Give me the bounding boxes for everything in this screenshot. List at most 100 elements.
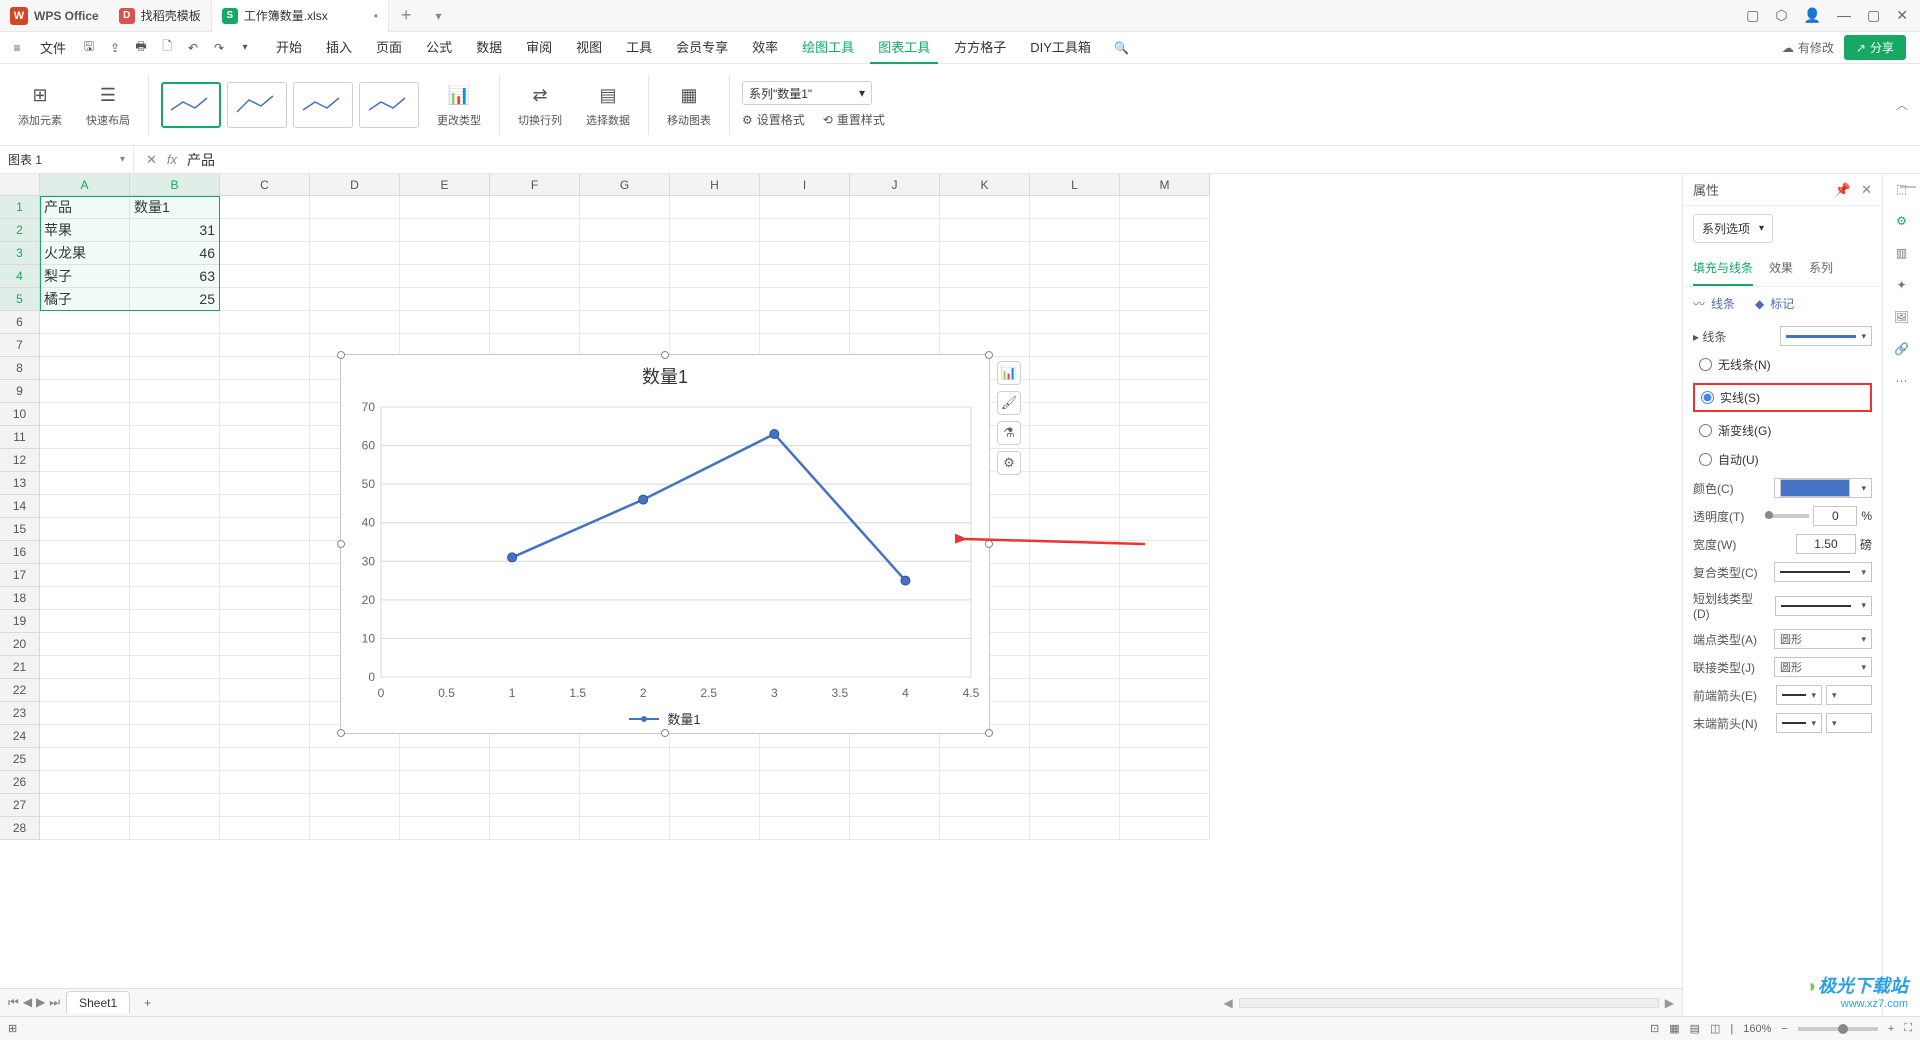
cell[interactable] [580,242,670,265]
row-header[interactable]: 20 [0,633,40,656]
column-header[interactable]: L [1030,174,1120,196]
cell[interactable] [490,288,580,311]
row-header[interactable]: 19 [0,610,40,633]
undo-icon[interactable]: ↶ [182,37,204,59]
ribbon-tab[interactable]: 审阅 [518,31,560,64]
view-custom-icon[interactable]: ◫ [1710,1022,1720,1035]
cell[interactable]: 63 [130,265,220,288]
row-header[interactable]: 16 [0,541,40,564]
cell[interactable] [220,771,310,794]
cell[interactable] [130,702,220,725]
ribbon-set-format[interactable]: ⚙设置格式 [742,111,805,128]
cell[interactable] [220,656,310,679]
view-page-icon[interactable]: ▤ [1690,1022,1700,1035]
cell[interactable] [310,242,400,265]
cell[interactable] [760,219,850,242]
row-header[interactable]: 15 [0,518,40,541]
cell[interactable] [1120,472,1210,495]
cell[interactable] [400,242,490,265]
cell[interactable] [1030,265,1120,288]
row-header[interactable]: 11 [0,426,40,449]
redo-icon[interactable]: ↷ [208,37,230,59]
cell[interactable] [220,380,310,403]
cell[interactable] [40,748,130,771]
ribbon-change-type[interactable]: 📊 更改类型 [431,82,487,128]
cell[interactable] [310,265,400,288]
ribbon-tab[interactable]: 插入 [318,31,360,64]
cell[interactable] [1030,426,1120,449]
row-header[interactable]: 6 [0,311,40,334]
side-layers-icon[interactable]: ▥ [1896,246,1907,260]
ribbon-move-chart[interactable]: ▦ 移动图表 [661,82,717,128]
cell[interactable] [40,334,130,357]
cell[interactable] [1120,288,1210,311]
row-header[interactable]: 23 [0,702,40,725]
cell[interactable] [580,311,670,334]
cell[interactable] [580,196,670,219]
cell[interactable] [130,311,220,334]
cell[interactable] [220,403,310,426]
panel-pin-icon[interactable]: 📌 [1835,182,1851,198]
side-settings-icon[interactable]: ⚙ [1896,214,1907,228]
win-layout-icon[interactable]: ▢ [1746,7,1759,24]
chart-settings-button[interactable]: ⚙ [997,451,1021,475]
cell[interactable] [130,472,220,495]
cell[interactable] [40,403,130,426]
sheet-tab[interactable]: Sheet1 [66,991,130,1014]
cell[interactable] [40,702,130,725]
cell[interactable] [220,219,310,242]
ribbon-tab[interactable]: 会员专享 [668,31,736,64]
column-header[interactable]: B [130,174,220,196]
cell[interactable]: 46 [130,242,220,265]
column-header[interactable]: M [1120,174,1210,196]
cell[interactable] [850,196,940,219]
ribbon-add-element[interactable]: ⊞ 添加元素 [12,82,68,128]
panel-tab-series[interactable]: 系列 [1809,251,1833,286]
cell[interactable] [940,311,1030,334]
line-style-preview[interactable]: ▾ [1780,326,1872,346]
cell[interactable] [130,725,220,748]
cell[interactable] [130,794,220,817]
row-header[interactable]: 3 [0,242,40,265]
opacity-input[interactable]: 0 [1813,506,1857,526]
search-icon[interactable]: 🔍 [1111,37,1133,59]
cell[interactable] [1120,219,1210,242]
cell[interactable] [310,311,400,334]
cell[interactable] [670,288,760,311]
radio-gradient-line[interactable]: 渐变线(G) [1693,420,1872,441]
cell[interactable] [40,794,130,817]
maximize-button[interactable]: ▢ [1867,7,1880,24]
row-header[interactable]: 7 [0,334,40,357]
cell[interactable] [490,817,580,840]
cell[interactable] [760,242,850,265]
cell[interactable] [40,633,130,656]
cell[interactable] [670,794,760,817]
cap-select[interactable]: 圆形▾ [1774,629,1872,649]
cell[interactable] [1120,334,1210,357]
arrow-end-type[interactable]: ▾ [1776,713,1822,733]
cell[interactable] [40,656,130,679]
column-header[interactable]: H [670,174,760,196]
cell[interactable] [400,817,490,840]
cell[interactable] [310,817,400,840]
cell[interactable] [220,748,310,771]
cell[interactable] [580,771,670,794]
cell[interactable] [1030,472,1120,495]
cell[interactable]: 橘子 [40,288,130,311]
chart-object[interactable]: 数量1 01020304050607000.511.522.533.544.5 … [340,354,990,734]
cell[interactable] [1030,219,1120,242]
cell[interactable] [1030,610,1120,633]
cell[interactable]: 梨子 [40,265,130,288]
row-header[interactable]: 26 [0,771,40,794]
zoom-out-button[interactable]: − [1781,1023,1787,1035]
cell[interactable] [1030,771,1120,794]
cell[interactable] [310,219,400,242]
cell[interactable] [130,587,220,610]
cell[interactable] [580,265,670,288]
row-header[interactable]: 25 [0,748,40,771]
panel-series-dropdown[interactable]: 系列选项▾ [1693,214,1773,243]
cell[interactable] [490,771,580,794]
cell[interactable] [310,288,400,311]
cell[interactable] [1120,633,1210,656]
cell[interactable] [220,242,310,265]
